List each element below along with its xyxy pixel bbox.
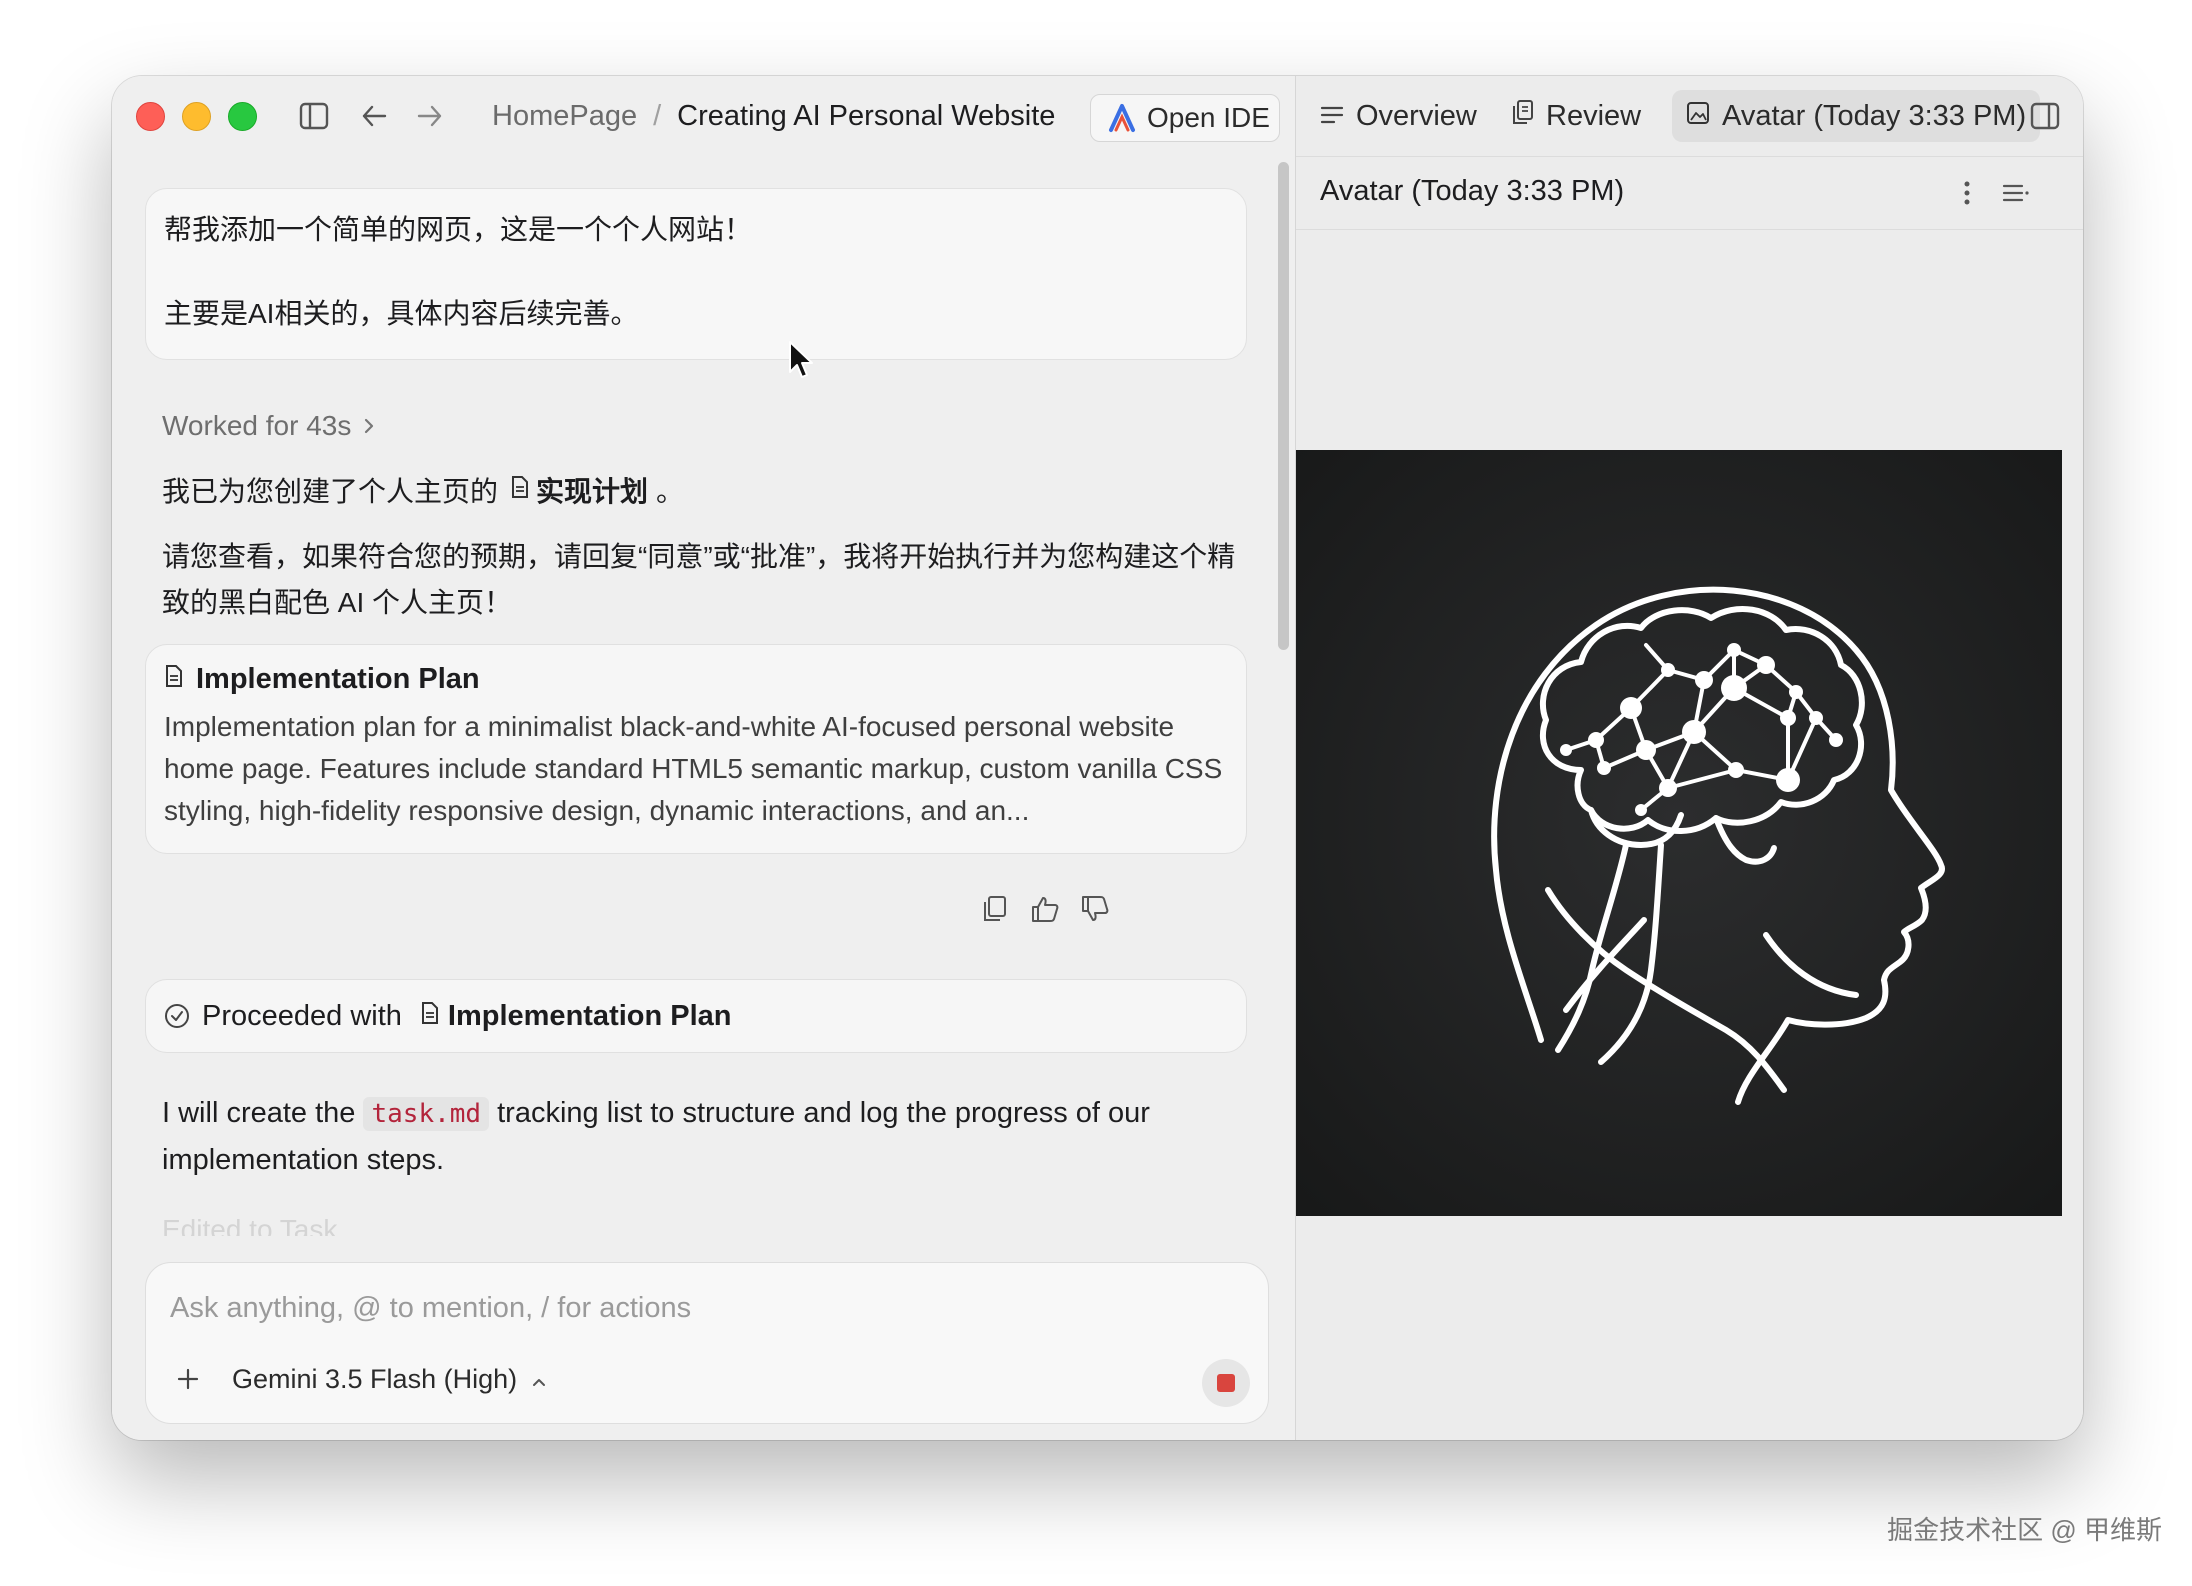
worked-for-toggle[interactable]: Worked for 43s (162, 410, 375, 442)
plan-link[interactable]: 实现计划 (510, 470, 648, 510)
proceeded-label: Proceeded with (202, 999, 402, 1032)
breadcrumb-current[interactable]: Creating AI Personal Website (677, 100, 1055, 133)
tab-review[interactable]: Review (1512, 90, 1641, 142)
sidebar-toggle-icon[interactable] (296, 98, 332, 134)
tab-overview-label: Overview (1356, 99, 1477, 132)
open-ide-button[interactable]: Open IDE (1090, 94, 1280, 142)
faded-status-text: Edited to Task (162, 1214, 338, 1236)
panel-toggle-icon[interactable] (2027, 98, 2063, 134)
user-message: 帮我添加一个简单的网页，这是一个个人网站！ 主要是AI相关的，具体内容后续完善。 (145, 188, 1247, 360)
tab-avatar-label: Avatar (Today 3:33 PM) (1722, 99, 2027, 132)
proceeded-plan-link[interactable]: Implementation Plan (420, 1000, 732, 1033)
user-message-line: 帮我添加一个简单的网页，这是一个个人网站！ (164, 214, 753, 245)
titlebar: HomePage / Creating AI Personal Website … (112, 76, 1295, 156)
plus-icon[interactable] (172, 1363, 204, 1395)
avatar-image (1296, 450, 2062, 1216)
thumbs-up-icon[interactable] (1030, 894, 1060, 924)
tab-overview[interactable]: Overview (1320, 90, 1477, 142)
minimize-window-button[interactable] (182, 102, 211, 131)
model-label: Gemini 3.5 Flash (High) (232, 1363, 518, 1394)
kebab-icon[interactable] (1952, 175, 1982, 211)
implementation-plan-card[interactable]: Implementation Plan Implementation plan … (145, 644, 1247, 854)
review-icon (1512, 99, 1534, 133)
conversation-pane: HomePage / Creating AI Personal Website … (112, 76, 1295, 1440)
inline-code: task.md (363, 1097, 490, 1131)
zoom-window-button[interactable] (228, 102, 257, 131)
chevron-right-icon (363, 410, 375, 442)
assistant-reply: 我已为您创建了个人主页的 实现计划 。 (162, 470, 684, 510)
reply-text: 我已为您创建了个人主页的 (162, 476, 499, 507)
worked-label: Worked for 43s (162, 410, 352, 441)
forward-arrow-icon[interactable] (412, 98, 448, 134)
assistant-reply-text: 请您查看，如果符合您的预期，请回复“同意”或“批准”，我将开始执行并为您构建这个… (162, 541, 1236, 618)
open-ide-label: Open IDE (1147, 102, 1270, 133)
check-circle-icon (164, 1003, 190, 1029)
breadcrumb-separator: / (653, 99, 662, 132)
preview-header: Avatar (Today 3:33 PM) (1296, 156, 2083, 230)
plan-card-header: Implementation Plan (164, 663, 1228, 696)
proceeded-plan-label: Implementation Plan (447, 999, 732, 1032)
back-arrow-icon[interactable] (356, 98, 392, 134)
document-icon (420, 1000, 440, 1033)
breadcrumb: HomePage / Creating AI Personal Website (492, 96, 1055, 136)
watermark: 掘金技术社区 @ 甲维斯 (1887, 1515, 2162, 1545)
document-icon (510, 474, 530, 506)
tab-review-label: Review (1546, 99, 1642, 132)
app-window: HomePage / Creating AI Personal Website … (112, 76, 2083, 1440)
reply-text: I will create the (162, 1097, 356, 1129)
model-selector[interactable]: Gemini 3.5 Flash (High) (232, 1359, 547, 1399)
list-icon (1320, 100, 1344, 133)
preview-title: Avatar (Today 3:33 PM) (1320, 175, 1625, 207)
image-icon (1686, 100, 1710, 133)
user-message-line: 主要是AI相关的，具体内容后续完善。 (164, 298, 639, 329)
tab-avatar[interactable]: Avatar (Today 3:33 PM) (1672, 90, 2041, 142)
reply-suffix: 。 (656, 476, 685, 507)
stop-icon (1217, 1374, 1235, 1392)
plan-card-description: Implementation plan for a minimalist bla… (164, 711, 1223, 826)
plan-link-label: 实现计划 (536, 476, 649, 507)
composer: Gemini 3.5 Flash (High) (145, 1262, 1269, 1424)
document-icon (164, 663, 184, 696)
pointer-cursor-icon (788, 340, 814, 380)
plan-card-title: Implementation Plan (196, 663, 480, 695)
breadcrumb-home[interactable]: HomePage (492, 100, 637, 133)
preview-tabs: Overview Review Avatar (Today 3:33 PM) (1296, 76, 2083, 156)
close-window-button[interactable] (136, 102, 165, 131)
thumbs-down-icon[interactable] (1080, 894, 1110, 924)
preview-pane: Overview Review Avatar (Today 3:33 PM) A… (1295, 76, 2083, 1440)
proceeded-with-card[interactable]: Proceeded with Implementation Plan (145, 979, 1247, 1053)
feedback-actions (980, 894, 1110, 924)
ide-logo-icon (1107, 103, 1137, 133)
copy-icon[interactable] (980, 894, 1010, 924)
chat-input[interactable] (168, 1285, 1172, 1331)
chevron-up-icon (531, 1364, 547, 1395)
stop-button[interactable] (1202, 1359, 1250, 1407)
conversation-scrollbar[interactable] (1278, 162, 1289, 650)
outline-icon[interactable] (1998, 175, 2034, 211)
assistant-reply-task: I will create the task.md tracking list … (162, 1090, 1222, 1183)
